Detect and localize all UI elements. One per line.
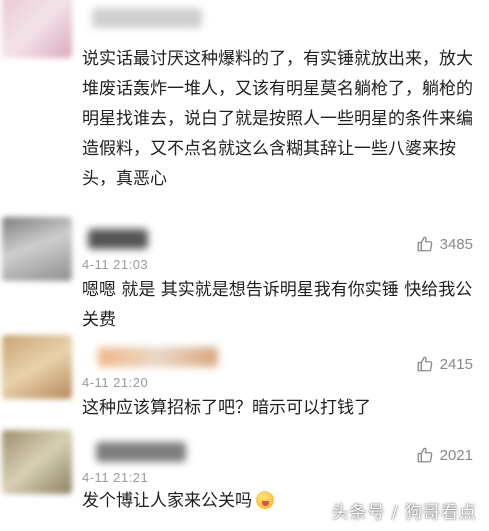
like-count: 2415 [439, 355, 473, 373]
thumbs-up-icon [417, 356, 432, 372]
avatar[interactable] [2, 430, 72, 494]
comment-item: 3485 4-11 21:03 嗯嗯 就是 其实就是想告诉明星我有你实锤 快给我… [0, 215, 489, 335]
thumbs-up-icon [417, 447, 432, 463]
comment-item: 2415 4-11 21:20 这种应该算招标了吧？暗示可以打钱了 [0, 335, 489, 430]
comment-timestamp: 4-11 21:21 [82, 470, 149, 485]
like-count: 3485 [439, 235, 473, 253]
comment-item: 说实话最讨厌这种爆料的了，有实锤就放出来，放大堆废话轰炸一堆人，又该有明星莫名躺… [0, 0, 489, 215]
watermark: 头条号 / 狗哥看点 [331, 503, 477, 523]
username-blurred[interactable] [98, 347, 218, 367]
comment-text: 嗯嗯 就是 其实就是想告诉明星我有你实锤 快给我公关费 [82, 280, 473, 330]
avatar[interactable] [2, 0, 72, 58]
comment-timestamp: 4-11 21:03 [82, 257, 149, 272]
tongue-face-emoji-icon [256, 491, 274, 509]
avatar[interactable] [2, 335, 72, 399]
like-button[interactable]: 2021 [416, 446, 473, 464]
comment-text-content: 发个博让人家来公关吗 [82, 491, 252, 511]
comment-timestamp: 4-11 21:20 [82, 375, 149, 390]
comment-text: 说实话最讨厌这种爆料的了，有实锤就放出来，放大堆废话轰炸一堆人，又该有明星莫名躺… [82, 49, 473, 189]
comment-text: 这种应该算招标了吧？暗示可以打钱了 [82, 398, 371, 418]
username-blurred[interactable] [88, 229, 148, 249]
username-blurred[interactable] [92, 8, 202, 28]
like-button[interactable]: 3485 [416, 235, 473, 253]
thumbs-up-icon [417, 236, 432, 252]
like-button[interactable]: 2415 [416, 355, 473, 373]
avatar[interactable] [2, 217, 72, 281]
username-blurred[interactable] [96, 442, 186, 462]
like-count: 2021 [439, 446, 473, 464]
